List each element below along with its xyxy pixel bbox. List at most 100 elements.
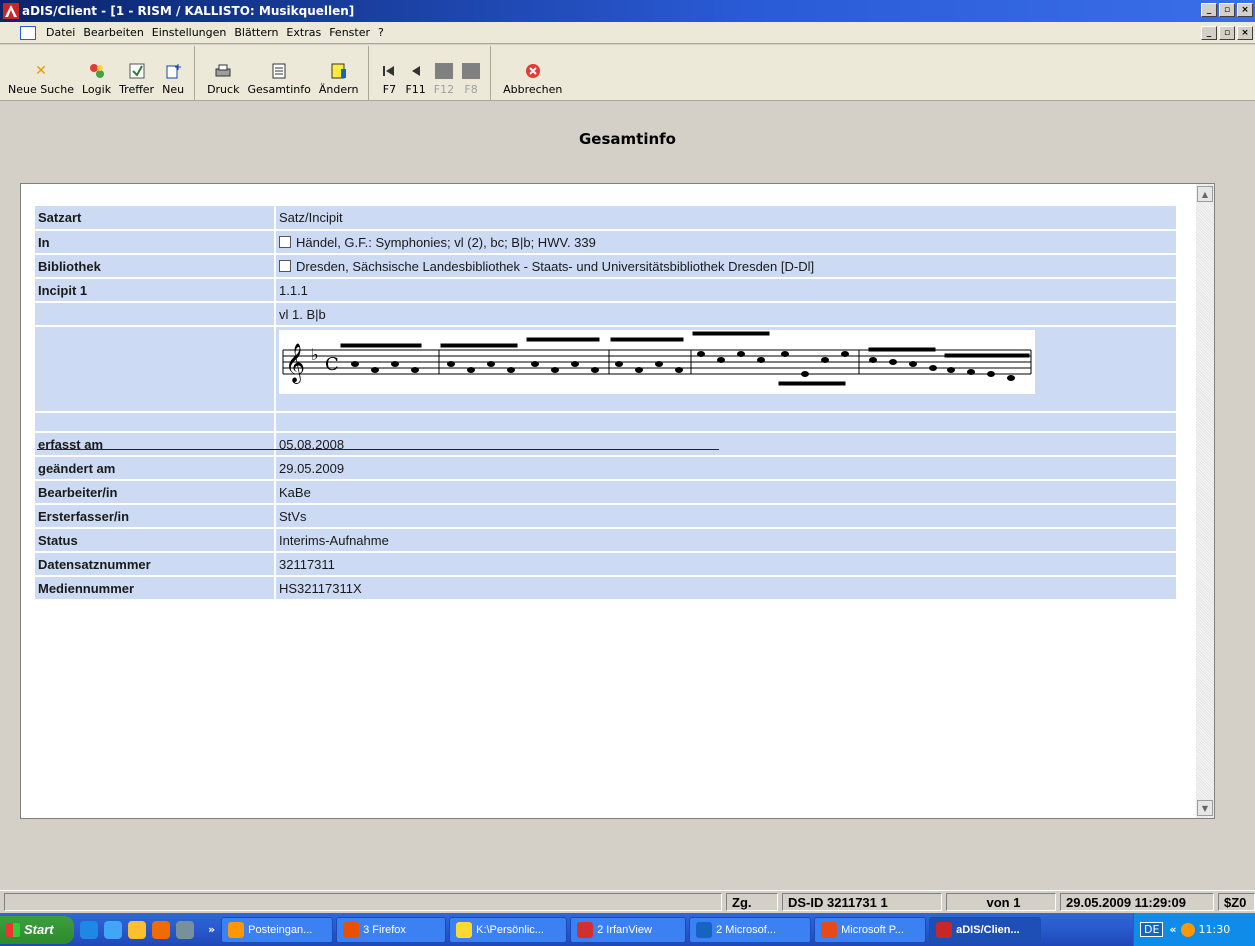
table-row: Status Interims-Aufnahme [35, 528, 1176, 553]
adis-app-icon [3, 3, 19, 19]
messenger-icon[interactable] [104, 920, 122, 939]
ie-icon[interactable] [80, 920, 98, 939]
child-minimize-button[interactable]: _ [1201, 26, 1217, 40]
record-panel: Satzart Satz/Incipit In Händel, G.F.: Sy… [20, 183, 1215, 819]
window-titlebar[interactable]: aDIS/Client - [1 - RISM / KALLISTO: Musi… [0, 0, 1255, 22]
tray-app-icon[interactable] [1180, 922, 1195, 937]
field-value [275, 412, 1176, 433]
child-close-button[interactable]: × [1237, 26, 1253, 40]
field-label: Ersterfasser/in [35, 504, 276, 529]
table-row [35, 412, 1176, 433]
task-powerpoint[interactable]: Microsoft P... [814, 916, 927, 943]
scroll-up-arrow-icon[interactable]: ▲ [1197, 186, 1213, 202]
menu-bearbeiten[interactable]: Bearbeiten [79, 26, 147, 39]
status-zg: Zg. [726, 893, 778, 911]
logic-icon [89, 63, 105, 79]
druck-button[interactable]: Druck [203, 46, 243, 100]
app-icon[interactable] [176, 920, 194, 939]
status-dsid: DS-ID 3211731 1 [782, 893, 942, 911]
task-adis-client[interactable]: aDIS/Clien... [929, 916, 1042, 943]
table-row: vl 1. B|b [35, 302, 1176, 327]
task-firefox[interactable]: 3 Firefox [336, 916, 447, 943]
system-tray: DE « 11:30 [1133, 913, 1255, 946]
table-row: Datensatznummer 32117311 [35, 552, 1176, 577]
bib-link[interactable]: Dresden, Sächsische Landesbibliothek - S… [296, 259, 814, 274]
field-value: 1.1.1 [275, 278, 1176, 303]
field-value: Dresden, Sächsische Landesbibliothek - S… [275, 254, 1176, 279]
neu-button[interactable]: Neu [158, 46, 188, 100]
status-z: $Z0 [1218, 893, 1255, 911]
table-row: Satzart Satz/Incipit [35, 206, 1176, 231]
menu-datei[interactable]: Datei [42, 26, 79, 39]
vertical-scrollbar[interactable]: ▲ ▼ [1196, 184, 1214, 818]
menu-help[interactable]: ? [374, 26, 388, 39]
bib-checkbox[interactable] [279, 259, 291, 272]
field-value: Interims-Aufnahme [275, 528, 1176, 553]
field-label: Incipit 1 [35, 278, 276, 303]
menu-extras[interactable]: Extras [282, 26, 325, 39]
neue-suche-button[interactable]: ✕ Neue Suche [4, 46, 78, 100]
menu-fenster[interactable]: Fenster [325, 26, 374, 39]
aendern-button[interactable]: Ändern [315, 46, 363, 100]
svg-text:♭: ♭ [311, 345, 319, 364]
outlook-icon[interactable] [152, 920, 170, 939]
prev-record-button[interactable]: F11 [401, 46, 429, 100]
minimize-button[interactable]: _ [1201, 3, 1217, 17]
menu-bar: Datei Bearbeiten Einstellungen Blättern … [0, 22, 1255, 44]
menu-einstellungen[interactable]: Einstellungen [148, 26, 231, 39]
outlook-icon [228, 921, 245, 938]
gesamtinfo-button[interactable]: Gesamtinfo [243, 46, 314, 100]
print-icon [215, 63, 231, 79]
next-icon [434, 63, 453, 79]
last-icon [462, 63, 481, 79]
task-irfanview[interactable]: 2 IrfanView [570, 916, 687, 943]
quicklaunch-chevron[interactable]: » [208, 923, 215, 936]
adis-app-icon [936, 921, 953, 938]
scroll-down-arrow-icon[interactable]: ▼ [1197, 800, 1213, 816]
word-icon [696, 921, 713, 938]
in-checkbox[interactable] [279, 235, 291, 248]
page-title: Gesamtinfo [579, 130, 676, 148]
task-posteingang[interactable]: Posteingan... [221, 916, 334, 943]
restore-button[interactable]: ▫ [1219, 3, 1235, 17]
language-indicator[interactable]: DE [1140, 922, 1164, 937]
logik-button[interactable]: Logik [78, 46, 115, 100]
field-label: erfasst am [35, 432, 276, 457]
status-bar: Zg. DS-ID 3211731 1 von 1 29.05.2009 11:… [0, 890, 1255, 912]
table-row: 𝄞 ♭ C [35, 326, 1176, 413]
in-link[interactable]: Händel, G.F.: Symphonies; vl (2), bc; B|… [296, 235, 596, 250]
field-label: Mediennummer [35, 576, 276, 601]
tray-chevron[interactable]: « [1169, 923, 1176, 936]
field-label: Bibliothek [35, 254, 276, 279]
last-record-button[interactable]: F8 [458, 46, 484, 100]
edit-icon [331, 63, 347, 79]
table-row: Bearbeiter/in KaBe [35, 480, 1176, 505]
close-button[interactable]: × [1237, 3, 1253, 17]
cancel-icon [525, 63, 541, 79]
next-record-button[interactable]: F12 [430, 46, 458, 100]
status-pane-main [4, 893, 722, 911]
first-icon [381, 63, 397, 79]
svg-text:𝄞: 𝄞 [285, 343, 305, 384]
table-row: erfasst am 05.08.2008 [35, 432, 1176, 457]
new-icon [165, 63, 182, 79]
field-label: Bearbeiter/in [35, 480, 276, 505]
start-button[interactable]: Start [0, 915, 74, 944]
field-label [35, 326, 276, 413]
first-record-button[interactable]: F7 [377, 46, 401, 100]
task-explorer[interactable]: K:\Persönlic... [449, 916, 568, 943]
field-value: 05.08.2008 [275, 432, 1176, 457]
menu-blaettern[interactable]: Blättern [230, 26, 282, 39]
folder-icon[interactable] [128, 920, 146, 939]
child-restore-button[interactable]: ▫ [1219, 26, 1235, 40]
document-icon[interactable] [20, 25, 36, 40]
field-value: HS32117311X [275, 576, 1176, 601]
table-row: Ersterfasser/in StVs [35, 504, 1176, 529]
hits-icon [129, 63, 145, 79]
music-incipit-image: 𝄞 ♭ C [279, 330, 1035, 394]
clock[interactable]: 11:30 [1199, 923, 1231, 936]
treffer-button[interactable]: Treffer [115, 46, 158, 100]
windows-flag-icon [6, 922, 20, 937]
task-word[interactable]: 2 Microsof... [689, 916, 812, 943]
abbrechen-button[interactable]: Abbrechen [499, 46, 566, 100]
